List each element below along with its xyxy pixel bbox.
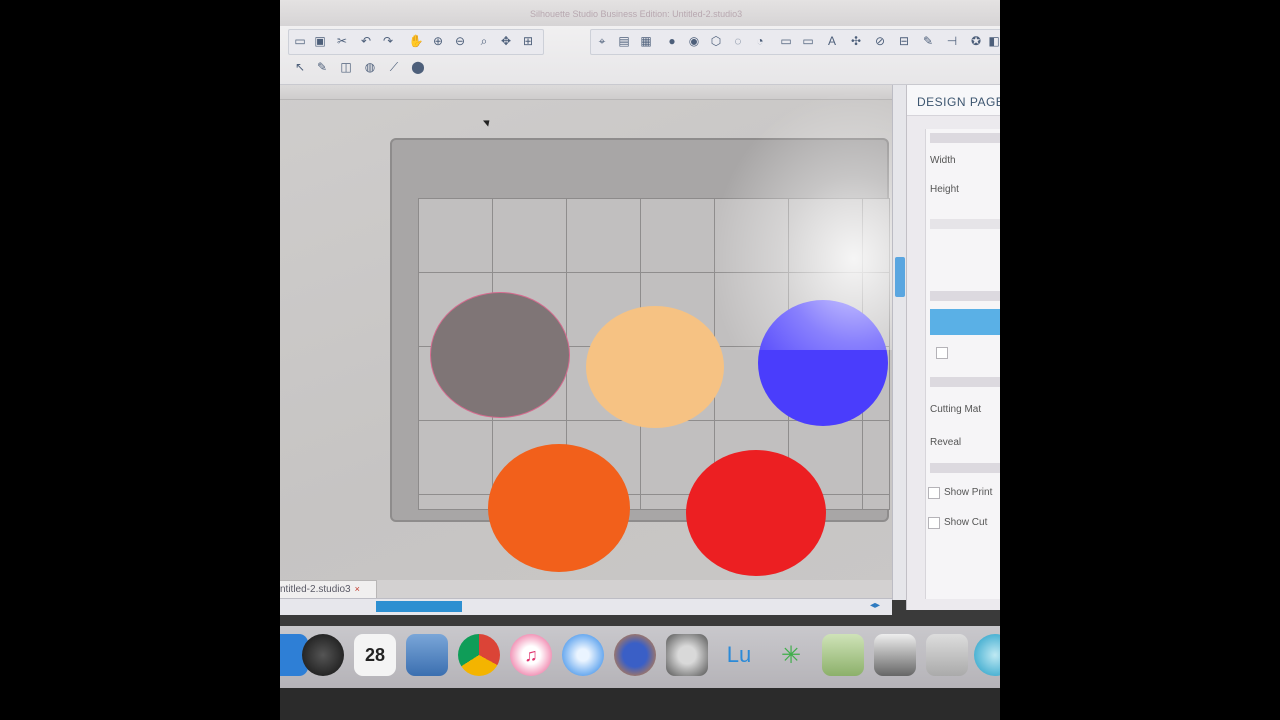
mat-subsection-header — [930, 377, 1000, 387]
curve-icon[interactable]: ◌ — [730, 33, 746, 49]
circle-icon[interactable]: ● — [664, 33, 680, 49]
gray-circle[interactable] — [430, 292, 570, 418]
chrome-icon[interactable] — [458, 634, 500, 676]
preview-icon[interactable] — [822, 634, 864, 676]
text-icon[interactable]: A — [824, 33, 840, 49]
printer-icon[interactable] — [874, 634, 916, 676]
image-capture-icon[interactable] — [926, 634, 968, 676]
knife-tool-icon[interactable]: ⟋ — [386, 59, 402, 75]
panel-title: DESIGN PAGE — [917, 95, 1000, 109]
mat-checkbox[interactable] — [936, 347, 948, 359]
open-icon[interactable]: ▭ — [292, 33, 308, 49]
itunes-icon[interactable]: ♫ — [510, 634, 552, 676]
settings-icon[interactable]: ✪ — [968, 33, 984, 49]
horizontal-scrollbar[interactable]: ◂▸ — [280, 598, 892, 615]
horizontal-scrollbar-thumb[interactable] — [376, 601, 462, 612]
mat-section-header — [930, 291, 1000, 301]
lightroom-icon[interactable]: Lu — [718, 634, 760, 676]
grid-tool-icon[interactable]: ◍ — [362, 59, 378, 75]
polygon-icon[interactable]: ⬡ — [708, 33, 724, 49]
edit-points-icon[interactable]: ✎ — [314, 59, 330, 75]
window-title: Silhouette Studio Business Edition: Unti… — [530, 9, 743, 19]
zoom-in-icon[interactable]: ⊕ — [430, 33, 446, 49]
blue-circle[interactable] — [758, 300, 888, 426]
document-tab[interactable]: ntitled-2.studio3 × — [280, 580, 377, 599]
width-label: Width — [930, 155, 956, 166]
knife-icon[interactable]: ✣ — [848, 33, 864, 49]
eraser-icon[interactable]: ⊘ — [872, 33, 888, 49]
undo-icon[interactable]: ↶ — [358, 33, 374, 49]
height-label: Height — [930, 184, 959, 195]
dashboard-icon[interactable] — [302, 634, 344, 676]
save-icon[interactable]: ▣ — [312, 33, 328, 49]
safari-icon[interactable] — [562, 634, 604, 676]
shape-settings-icon[interactable]: ⊣ — [944, 33, 960, 49]
document-tab-label: ntitled-2.studio3 — [280, 584, 351, 595]
red-circle[interactable] — [686, 450, 826, 576]
drag-zoom-icon[interactable]: ✥ — [498, 33, 514, 49]
store-icon[interactable]: ◧ — [986, 33, 1000, 49]
paint-bucket-icon[interactable]: ✎ — [920, 33, 936, 49]
globe-icon[interactable] — [974, 634, 1000, 676]
pan-icon[interactable]: ✋ — [408, 33, 424, 49]
show-print-label: Show Print — [944, 487, 993, 498]
scroll-arrows-icon[interactable]: ◂▸ — [870, 600, 880, 611]
show-cut-label: Show Cut — [944, 517, 988, 528]
ellipse-icon[interactable]: ◉ — [686, 33, 702, 49]
smooth-freehand-icon[interactable]: ▭ — [800, 33, 816, 49]
dock: 28 ♫ Lu ✳ — [280, 626, 1000, 688]
redo-icon[interactable]: ↷ — [380, 33, 396, 49]
reveal-label: Reveal — [930, 437, 962, 448]
cut-icon[interactable]: ✂ — [334, 33, 350, 49]
vertical-scrollbar-thumb[interactable] — [895, 257, 905, 297]
silhouette-icon[interactable]: ✳ — [770, 634, 812, 676]
pencil-icon[interactable]: ⊟ — [896, 33, 912, 49]
firefox-icon[interactable] — [614, 634, 656, 676]
eyedropper-icon[interactable]: ⬤ — [410, 59, 426, 75]
display-section-header — [930, 463, 1000, 473]
system-preferences-icon[interactable] — [666, 634, 708, 676]
select-icon[interactable]: ↖ — [292, 59, 308, 75]
zoom-out-icon[interactable]: ⊖ — [452, 33, 468, 49]
calendar-icon[interactable]: 28 — [354, 634, 396, 676]
calendar-day: 28 — [364, 644, 386, 665]
panel-header: DESIGN PAGE — [907, 85, 1000, 116]
photos-icon[interactable] — [406, 634, 448, 676]
panel-body: Width Height Cutting Mat Reveal Show Pri… — [925, 129, 1000, 599]
peach-circle[interactable] — [586, 306, 724, 428]
window-titlebar: Silhouette Studio Business Edition: Unti… — [280, 0, 1000, 26]
horizontal-ruler — [280, 85, 892, 100]
vertical-scrollbar[interactable] — [892, 85, 907, 600]
eraser-tool-icon[interactable]: ◫ — [338, 59, 354, 75]
show-cut-checkbox[interactable] — [928, 517, 940, 529]
line-icon[interactable]: ▤ — [616, 33, 632, 49]
page-size-dropdown[interactable] — [930, 133, 1000, 143]
show-print-checkbox[interactable] — [928, 487, 940, 499]
zoom-select-icon[interactable]: ⌕ — [476, 33, 492, 49]
point-edit-icon[interactable]: ⌖ — [594, 33, 610, 49]
cutting-mat-label: Cutting Mat — [930, 404, 982, 415]
selected-mat-option[interactable] — [930, 309, 1000, 335]
arc-icon[interactable]: ◔ — [752, 33, 768, 49]
fit-page-icon[interactable]: ⊞ — [520, 33, 536, 49]
monitor-screen: Silhouette Studio Business Edition: Unti… — [280, 0, 1000, 720]
freehand-icon[interactable]: ▭ — [778, 33, 794, 49]
design-page-panel: DESIGN PAGE Width Height Cutting Mat Rev… — [906, 85, 1000, 610]
rectangle-icon[interactable]: ▦ — [638, 33, 654, 49]
document-tab-bar: ntitled-2.studio3 × — [280, 580, 892, 599]
orange-circle[interactable] — [488, 444, 630, 572]
toolbar: ▭ ▣ ✂ ↶ ↷ ✋ ⊕ ⊖ ⌕ ✥ ⊞ ⌖ ▤ ▦ ● ◉ ⬡ ◌ ◔ ▭ … — [280, 26, 1000, 85]
monitor-bezel — [280, 688, 1000, 720]
close-tab-icon[interactable]: × — [355, 584, 360, 594]
orientation-dropdown[interactable] — [930, 219, 1000, 229]
